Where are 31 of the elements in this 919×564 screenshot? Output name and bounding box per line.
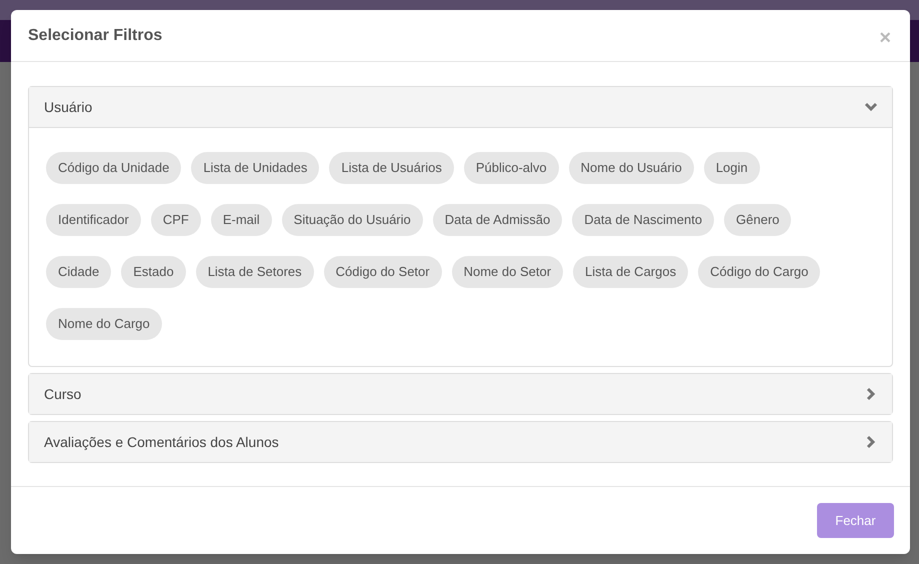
filter-chip[interactable]: Lista de Cargos: [573, 256, 688, 288]
filter-chip[interactable]: Login: [704, 152, 760, 184]
chevron-right-icon: [864, 435, 878, 449]
chevron-down-icon: [864, 100, 878, 114]
filter-chip[interactable]: Código do Cargo: [698, 256, 820, 288]
filter-chip[interactable]: Lista de Setores: [196, 256, 314, 288]
accordion-header[interactable]: Curso: [29, 374, 892, 414]
filter-chip[interactable]: Nome do Cargo: [46, 308, 162, 340]
dialog-title: Selecionar Filtros: [28, 26, 162, 46]
filter-chip[interactable]: Nome do Setor: [452, 256, 564, 288]
filter-chip[interactable]: Data de Admissão: [432, 204, 562, 236]
filter-chip[interactable]: CPF: [150, 204, 201, 236]
accordion-header[interactable]: Usuário: [29, 87, 892, 128]
filter-chip[interactable]: E-mail: [210, 204, 272, 236]
filter-chip[interactable]: Estado: [121, 256, 186, 288]
filter-chip[interactable]: Cidade: [46, 256, 112, 288]
filter-chip[interactable]: Código do Setor: [324, 256, 442, 288]
filter-chip[interactable]: Lista de Usuários: [329, 152, 454, 184]
chevron-right-icon: [864, 387, 878, 401]
accordion-header[interactable]: Avaliações e Comentários dos Alunos: [29, 422, 892, 462]
filter-chip[interactable]: Data de Nascimento: [572, 204, 714, 236]
panel-title: Curso: [44, 384, 82, 404]
filter-chip[interactable]: Gênero: [724, 204, 792, 236]
filter-chip[interactable]: Identificador: [46, 204, 141, 236]
panel-title: Avaliações e Comentários dos Alunos: [44, 432, 279, 452]
filter-chip[interactable]: Lista de Unidades: [191, 152, 320, 184]
filter-chip[interactable]: Código da Unidade: [46, 152, 182, 184]
filter-chip[interactable]: Público-alvo: [464, 152, 559, 184]
panel-title: Usuário: [44, 98, 92, 116]
filter-chip[interactable]: Situação do Usuário: [282, 204, 423, 236]
filter-chip[interactable]: Nome do Usuário: [568, 152, 694, 184]
